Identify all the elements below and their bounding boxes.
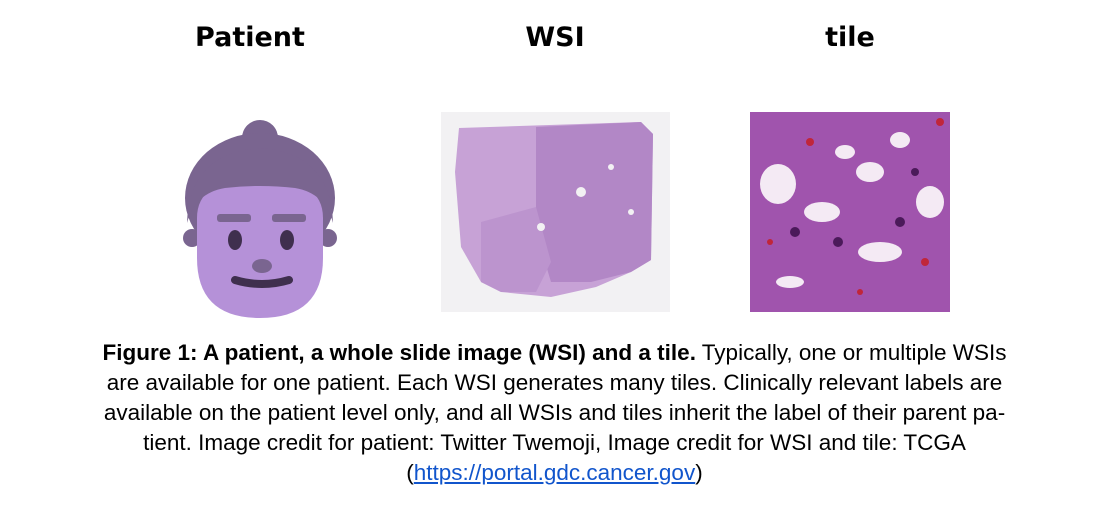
caption-line-2: are available for one patient. Each WSI …	[106, 370, 1003, 395]
open-paren: (	[406, 460, 414, 485]
tcga-portal-link[interactable]: https://portal.gdc.cancer.gov	[414, 460, 695, 485]
caption-line-3: available on the patient level only, and…	[103, 400, 1006, 425]
wsi-slide-image	[441, 112, 670, 312]
caption-label: Figure 1: A patient, a whole slide image…	[102, 340, 696, 365]
wsi-header: WSI	[525, 22, 585, 53]
close-paren: )	[695, 460, 703, 485]
caption-line-1-rest: Typically, one or multiple WSIs	[695, 340, 1007, 365]
tile-histology-image	[750, 112, 950, 312]
caption-line-4: tient. Image credit for patient: Twitter…	[143, 430, 966, 455]
caption-line-5: (https://portal.gdc.cancer.gov)	[20, 458, 1089, 488]
patient-header: Patient	[195, 22, 305, 53]
caption-line-1: Figure 1: A patient, a whole slide image…	[20, 338, 1089, 368]
patient-emoji-image	[175, 118, 360, 318]
patient-face-icon	[183, 120, 337, 318]
figure-caption: Figure 1: A patient, a whole slide image…	[20, 338, 1089, 488]
tile-header: tile	[825, 22, 875, 53]
